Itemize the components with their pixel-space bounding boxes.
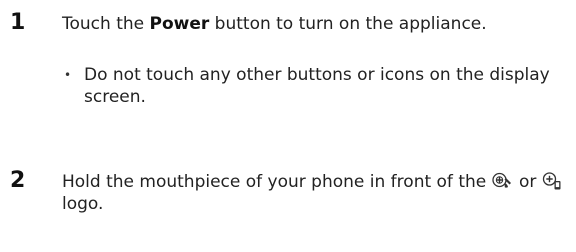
bullet-icon: • (64, 68, 72, 82)
step-1: 1 Touch the Power button to turn on the … (0, 10, 576, 150)
step-number: 1 (10, 10, 26, 35)
instruction-text: logo. (62, 194, 104, 214)
smart-diagnosis-handset-logo-icon (542, 172, 564, 190)
smart-diagnosis-phone-logo-icon (491, 172, 514, 190)
instruction-text: Hold the mouthpiece of your phone in fro… (62, 172, 492, 192)
step-instruction: Touch the Power button to turn on the ap… (62, 13, 572, 35)
instruction-text: Touch the (62, 14, 150, 34)
note-text: Do not touch any other buttons or icons … (84, 65, 550, 107)
instruction-text: button to turn on the appliance. (209, 14, 487, 34)
power-button-name: Power (149, 14, 210, 34)
step-number: 2 (10, 168, 26, 193)
step-instruction: Hold the mouthpiece of your phone in fro… (62, 171, 572, 215)
instruction-text: or (513, 172, 542, 192)
step-2: 2 Hold the mouthpiece of your phone in f… (0, 168, 576, 238)
